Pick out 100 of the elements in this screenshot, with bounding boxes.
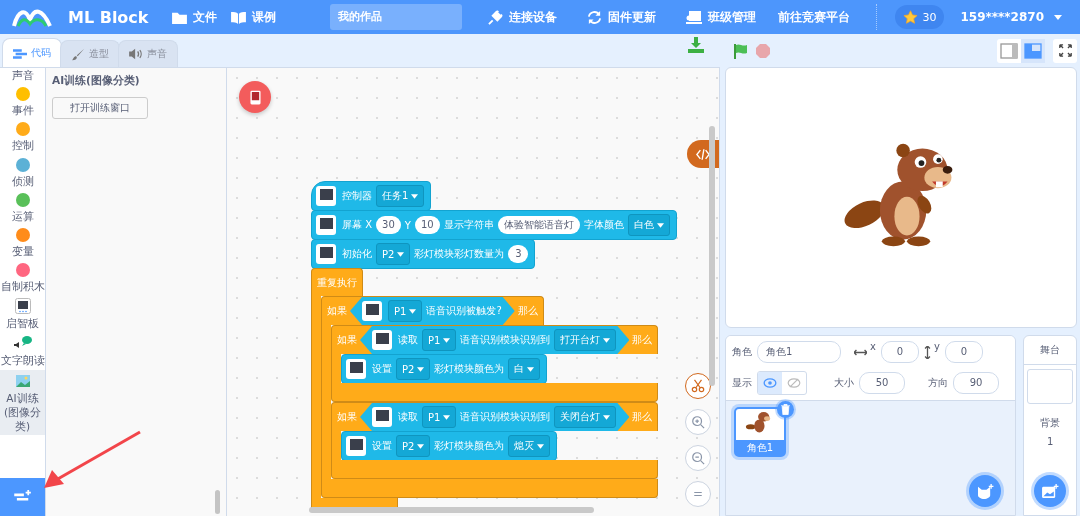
category-item[interactable]: 侦测 bbox=[0, 154, 45, 190]
fullscreen-button[interactable] bbox=[1053, 38, 1077, 63]
zoom-out-icon bbox=[691, 451, 705, 465]
code-block[interactable]: 初始化 P2 彩灯模块彩灯数量为 3 bbox=[311, 239, 536, 269]
caret-icon bbox=[397, 251, 405, 257]
cat-plus-icon bbox=[976, 483, 994, 499]
book-icon bbox=[231, 10, 246, 24]
category-item[interactable]: 事件 bbox=[0, 84, 45, 120]
project-name-field[interactable]: 我的作品 bbox=[330, 4, 462, 30]
block-dropdown[interactable]: P1 bbox=[422, 329, 457, 351]
category-item[interactable]: 控制 bbox=[0, 119, 45, 155]
class-manage-button[interactable]: 班级管理 bbox=[686, 8, 756, 26]
scrollbar[interactable] bbox=[709, 126, 715, 386]
block-label: 重复执行 bbox=[317, 275, 357, 290]
firmware-update-button[interactable]: 固件更新 bbox=[587, 8, 656, 26]
category-item[interactable]: 启智板 bbox=[0, 295, 45, 333]
caret-icon bbox=[603, 414, 611, 420]
tablet-icon bbox=[249, 89, 261, 105]
block-dropdown[interactable]: P1 bbox=[422, 406, 457, 428]
if-block[interactable]: 如果 P1 语音识别被触发? 那么 如果 读取 P1 语音识别模块识别到 打开台灯 那么 设置 P2 彩灯模块颜色为 白 如果 读取 P1 语音识别模块识别到 关闭台灯 那么 设置 P2 彩灯模块颜色为 熄灭 bbox=[321, 296, 659, 498]
block-dropdown[interactable]: P2 bbox=[396, 358, 431, 380]
sprite-tile[interactable]: 角色1 bbox=[734, 407, 786, 457]
user-menu[interactable]: 159****2870 bbox=[960, 10, 1062, 24]
category-label: 自制积木 bbox=[0, 279, 45, 294]
block-dropdown[interactable]: 白 bbox=[508, 358, 541, 380]
backdrop-label: 背景 bbox=[1040, 416, 1061, 430]
reset-zoom-button[interactable] bbox=[685, 481, 711, 507]
category-item[interactable]: AI训练(图像分类) bbox=[0, 369, 45, 436]
size-field[interactable]: 50 bbox=[859, 372, 905, 394]
add-sprite-button[interactable] bbox=[969, 475, 1002, 507]
picture-icon bbox=[14, 372, 31, 389]
flag-icon[interactable] bbox=[733, 42, 749, 59]
condition-block[interactable]: 读取 P1 语音识别模块识别到 打开台灯 bbox=[360, 326, 630, 354]
block-dropdown[interactable]: 关闭台灯 bbox=[554, 406, 617, 428]
condition-block[interactable]: P1 语音识别被触发? bbox=[350, 297, 515, 325]
plug-icon bbox=[488, 9, 503, 25]
zoom-out-button[interactable] bbox=[685, 445, 711, 471]
device-button[interactable] bbox=[239, 81, 271, 113]
scrollbar[interactable] bbox=[309, 507, 594, 513]
sprite-name-field[interactable]: 角色1 bbox=[757, 341, 841, 363]
block-dropdown[interactable]: 任务1 bbox=[376, 185, 425, 207]
stage-panel-title: 舞台 bbox=[1024, 336, 1076, 365]
block-input[interactable]: 体验智能语音灯 bbox=[497, 216, 580, 234]
add-backdrop-button[interactable] bbox=[1034, 475, 1067, 507]
show-button[interactable] bbox=[758, 372, 782, 394]
if-block[interactable]: 如果 读取 P1 语音识别模块识别到 打开台灯 那么 设置 P2 彩灯模块颜色为 白 bbox=[331, 325, 659, 402]
code-block[interactable]: 屏幕 X 30 Y 10 显示字符串 体验智能语音灯 字体颜色 白色 bbox=[311, 210, 677, 240]
scrollbar[interactable] bbox=[215, 490, 220, 514]
connect-device-button[interactable]: 连接设备 bbox=[488, 8, 557, 26]
y-field[interactable]: 0 bbox=[944, 341, 983, 363]
block-dropdown[interactable]: P1 bbox=[388, 300, 423, 322]
layout-icon bbox=[1024, 42, 1042, 59]
sound-tab[interactable]: 声音 bbox=[118, 40, 178, 67]
blocks-icon bbox=[13, 47, 27, 59]
block-dropdown[interactable]: P2 bbox=[376, 243, 411, 265]
large-stage-button[interactable] bbox=[1021, 38, 1045, 63]
if-block[interactable]: 如果 读取 P1 语音识别模块识别到 关闭台灯 那么 设置 P2 彩灯模块颜色为 熄灭 bbox=[331, 402, 659, 479]
block-label: 显示字符串 bbox=[443, 218, 494, 232]
x-field[interactable]: 0 bbox=[880, 341, 919, 363]
direction-field[interactable]: 90 bbox=[953, 372, 999, 394]
horizontal-arrows-icon bbox=[854, 348, 867, 356]
category-item[interactable]: 运算 bbox=[0, 189, 45, 225]
block-input[interactable]: 3 bbox=[508, 245, 529, 263]
category-label: 事件 bbox=[11, 103, 34, 118]
block-dropdown[interactable]: 熄灭 bbox=[508, 435, 551, 457]
board-icon bbox=[346, 436, 366, 456]
zoom-in-button[interactable] bbox=[685, 409, 711, 435]
code-block[interactable]: 设置 P2 彩灯模块颜色为 白 bbox=[341, 354, 548, 384]
block-dropdown[interactable]: 白色 bbox=[627, 214, 670, 236]
lessons-menu[interactable]: 课例 bbox=[231, 8, 276, 26]
category-item[interactable]: 声音 bbox=[0, 68, 45, 85]
delete-button[interactable] bbox=[777, 401, 794, 418]
file-menu[interactable]: 文件 bbox=[172, 8, 217, 26]
block-label: 设置 bbox=[372, 362, 392, 376]
download-icon[interactable] bbox=[688, 36, 704, 53]
code-tab[interactable]: 代码 bbox=[2, 38, 62, 67]
category-item[interactable]: 变量 bbox=[0, 224, 45, 261]
hat-block[interactable]: 控制器 任务1 bbox=[311, 181, 432, 211]
stop-icon[interactable] bbox=[755, 42, 771, 59]
category-item[interactable]: 自制积木 bbox=[0, 260, 45, 296]
block-input[interactable]: 10 bbox=[414, 216, 440, 234]
block-input[interactable]: 30 bbox=[376, 216, 401, 234]
category-label: 运算 bbox=[11, 208, 34, 223]
category-item[interactable]: 文字朗读 bbox=[0, 332, 45, 370]
stage-thumbnail[interactable] bbox=[1027, 369, 1074, 404]
add-extension-button[interactable] bbox=[0, 478, 45, 516]
block-dropdown[interactable]: 打开台灯 bbox=[554, 329, 617, 351]
code-block[interactable]: 设置 P2 彩灯模块颜色为 熄灭 bbox=[341, 431, 558, 461]
trash-icon bbox=[781, 404, 790, 415]
block-label: 控制器 bbox=[342, 189, 372, 203]
board-icon bbox=[372, 407, 392, 427]
costume-tab[interactable]: 造型 bbox=[60, 40, 120, 67]
block-dropdown[interactable]: P2 bbox=[396, 435, 431, 457]
condition-block[interactable]: 读取 P1 语音识别模块识别到 关闭台灯 bbox=[360, 403, 630, 431]
open-training-button[interactable]: 打开训练窗口 bbox=[52, 97, 148, 119]
scissors-button[interactable] bbox=[685, 373, 711, 399]
loop-block[interactable]: 重复执行 如果 P1 语音识别被触发? 那么 如果 读取 P1 语音识别模块识别到 打开台灯 那么 设置 P2 彩灯模块颜色为 白 如果 读取 P1 语音识别模块识别到 关闭台灯 那么 设置 P2 彩灯模块颜色为 熄灭 bbox=[311, 268, 659, 511]
contest-link[interactable]: 前往竞赛平台 bbox=[778, 8, 851, 26]
category-label: 启智板 bbox=[6, 316, 39, 331]
code-icon bbox=[696, 148, 710, 160]
